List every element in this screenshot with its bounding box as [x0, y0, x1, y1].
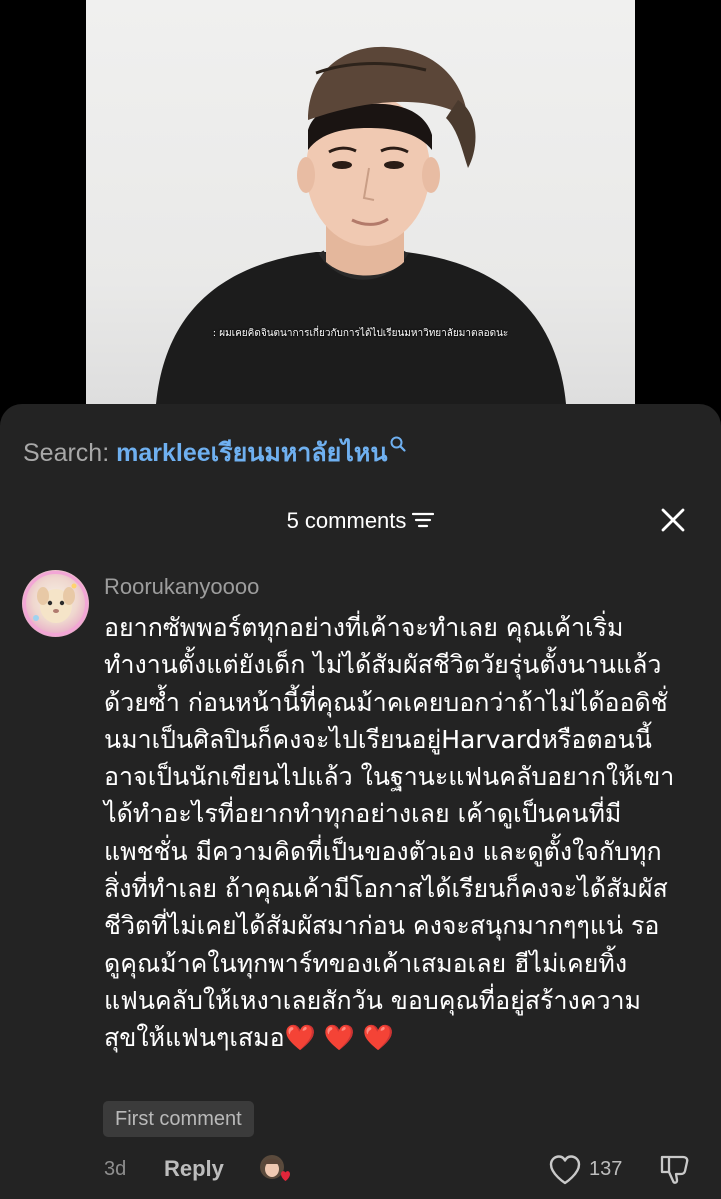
search-prefix: Search: — [23, 439, 117, 467]
dislike-icon[interactable] — [658, 1152, 692, 1186]
comments-header[interactable]: 5 comments — [0, 508, 721, 535]
comment-line: นมาเป็นศิลปินก็คงจะไปเรียนอยู่Harvardหรื… — [104, 724, 652, 754]
comment-text: อยากซัพพอร์ตทุกอย่างที่เค้าจะทำเลย คุณเค… — [104, 609, 714, 1057]
video-frame[interactable]: : ผมเคยคิดจินตนาการเกี่ยวกับการได้ไปเรีย… — [86, 0, 635, 404]
comment-line: อาจเป็นนักเขียนไปแล้ว ในฐานะแฟนคลับอยากใ… — [104, 762, 675, 792]
close-icon[interactable] — [658, 505, 688, 535]
comment-actions: 3d Reply 137 — [0, 1152, 721, 1188]
comment-line: ได้ทำอะไรที่อยากทำทุกอย่างเลย เค้าดูเป็น… — [104, 799, 622, 829]
search-icon[interactable] — [389, 431, 407, 460]
search-query-link[interactable]: markleeเรียนมหาลัยไหน — [116, 439, 387, 467]
video-player[interactable]: : ผมเคยคิดจินตนาการเกี่ยวกับการได้ไปเรีย… — [0, 0, 721, 420]
comment-line: อยากซัพพอร์ตทุกอย่างที่เค้าจะทำเลย คุณเค… — [104, 613, 624, 642]
search-suggestion[interactable]: Search: markleeเรียนมหาลัยไหน — [23, 433, 407, 473]
comments-sheet: Search: markleeเรียนมหาลัยไหน 5 comments… — [0, 404, 721, 1199]
comments-count: 5 comments — [286, 508, 407, 533]
comment-time: 3d — [104, 1158, 127, 1180]
video-person-image — [156, 46, 566, 404]
reply-button[interactable]: Reply — [164, 1156, 224, 1182]
like-count: 137 — [589, 1158, 623, 1180]
comment-line: สุขให้แฟนๆเสมอ❤️ ❤️ ❤️ — [104, 1023, 394, 1053]
first-comment-badge: First comment — [103, 1101, 254, 1137]
comment-line: ด้วยซ้ำ ก่อนหน้านี้ที่คุณม้าคเคยบอกว่าถ้… — [104, 687, 668, 717]
comment-line: แฟนคลับให้เหงาเลยสักวัน ขอบคุณที่อยู่สร้… — [104, 985, 641, 1015]
comment-line: ชีวิตที่ไม่เคยได้สัมผัสมาก่อน คงจะสนุกมา… — [104, 911, 660, 941]
comment-line: สิ่งที่ทำเลย ถ้าคุณเค้ามีโอกาสได้เรียนก็… — [104, 874, 668, 904]
comment-username[interactable]: Roorukanyoooo — [104, 574, 259, 600]
heart-outline-icon[interactable] — [548, 1154, 582, 1186]
avatar[interactable] — [22, 570, 89, 637]
sort-icon[interactable] — [412, 509, 435, 535]
comment-line: ดูคุณม้าคในทุกพาร์ทของเค้าเสมอเลย ฮีไม่เ… — [104, 948, 628, 978]
comment-line: แพชชั่น มีความคิดที่เป็นของตัวเอง และดูต… — [104, 836, 662, 866]
creator-liked-icon — [257, 1152, 291, 1186]
comment-line: ทำงานตั้งแต่ยังเด็ก ไม่ได้สัมผัสชีวิตวัย… — [104, 650, 662, 680]
video-subtitle: : ผมเคยคิดจินตนาการเกี่ยวกับการได้ไปเรีย… — [212, 328, 509, 339]
